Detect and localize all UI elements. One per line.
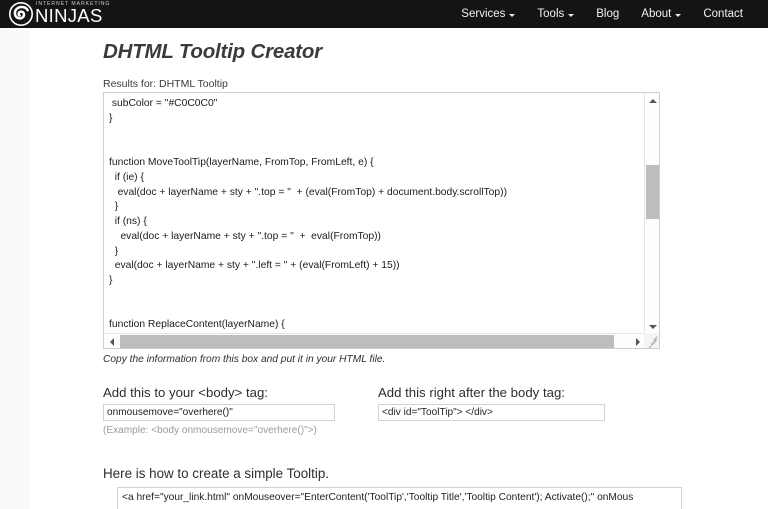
site-logo[interactable]: INTERNET MARKETING NINJAS	[0, 0, 110, 28]
generated-code-text[interactable]: subColor = "#C0C0C0" } function MoveTool…	[104, 93, 645, 334]
results-label: Results for: DHTML Tooltip	[103, 78, 228, 90]
body-tag-example-note: (Example: <body onmousemove="overhere()"…	[103, 425, 317, 436]
textarea-resize-grip[interactable]	[644, 333, 659, 348]
scroll-left-arrow-icon[interactable]	[104, 334, 119, 349]
scroll-right-arrow-icon[interactable]	[630, 334, 645, 349]
body-tag-heading: Add this to your <body> tag:	[103, 385, 268, 400]
nav-item-tools[interactable]: Tools	[526, 0, 585, 28]
generated-code-textarea[interactable]: subColor = "#C0C0C0" } function MoveTool…	[103, 92, 660, 349]
nav-item-about[interactable]: About	[630, 0, 692, 28]
nav-item-label: Blog	[596, 8, 620, 20]
body-tag-section: Add this to your <body> tag: (Example: <…	[103, 385, 378, 436]
main-content: DHTML Tooltip Creator Results for: DHTML…	[0, 28, 768, 509]
logo-text: INTERNET MARKETING NINJAS	[35, 1, 110, 27]
copy-instruction-note: Copy the information from this box and p…	[103, 354, 386, 365]
vertical-scrollbar-thumb[interactable]	[646, 165, 659, 219]
page-root: INTERNET MARKETING NINJAS Services Tools…	[0, 0, 768, 509]
simple-tooltip-textarea[interactable]: <a href="your_link.html" onMouseover="En…	[117, 487, 682, 509]
after-body-tag-heading: Add this right after the body tag:	[378, 385, 565, 400]
top-navigation-bar: INTERNET MARKETING NINJAS Services Tools…	[0, 0, 768, 28]
nav-item-label: Tools	[537, 8, 565, 20]
chevron-down-icon	[675, 13, 682, 17]
nav-item-label: Services	[461, 8, 506, 20]
nav-item-services[interactable]: Services	[450, 0, 526, 28]
ninja-spiral-icon	[8, 1, 34, 27]
simple-tooltip-heading: Here is how to create a simple Tooltip.	[103, 466, 330, 481]
scroll-up-arrow-icon[interactable]	[645, 93, 660, 108]
simple-tooltip-section: Here is how to create a simple Tooltip. …	[103, 466, 763, 509]
chevron-down-icon	[509, 13, 516, 17]
vertical-scrollbar[interactable]	[644, 93, 659, 334]
scroll-down-arrow-icon[interactable]	[645, 319, 660, 334]
logo-wordmark: NINJAS	[35, 5, 103, 27]
after-body-tag-input[interactable]	[378, 404, 605, 421]
page-title: DHTML Tooltip Creator	[103, 40, 323, 63]
nav-menu: Services Tools Blog About Contact	[450, 0, 768, 28]
nav-item-blog[interactable]: Blog	[585, 0, 630, 28]
after-body-tag-section: Add this right after the body tag:	[378, 385, 638, 421]
horizontal-scrollbar[interactable]	[104, 333, 645, 348]
body-tag-input[interactable]	[103, 404, 335, 421]
nav-item-contact[interactable]: Contact	[692, 0, 754, 28]
nav-item-label: Contact	[703, 8, 743, 20]
chevron-down-icon	[568, 13, 575, 17]
nav-item-label: About	[641, 8, 672, 20]
horizontal-scrollbar-thumb[interactable]	[120, 335, 614, 348]
